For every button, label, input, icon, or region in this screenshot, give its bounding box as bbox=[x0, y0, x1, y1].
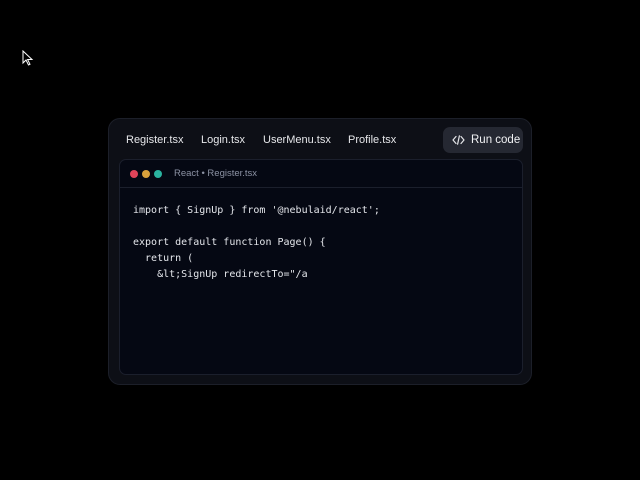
code-preview-panel: Register.tsx Login.tsx UserMenu.tsx Prof… bbox=[108, 118, 532, 385]
tab-register[interactable]: Register.tsx bbox=[126, 134, 183, 146]
tab-profile[interactable]: Profile.tsx bbox=[348, 134, 396, 146]
code-block: import { SignUp } from '@nebulaid/react'… bbox=[133, 203, 380, 283]
code-line: export default function Page() { bbox=[133, 237, 326, 248]
run-code-button[interactable]: Run code bbox=[443, 127, 523, 153]
close-dot-icon bbox=[130, 170, 138, 178]
file-tabs: Register.tsx Login.tsx UserMenu.tsx Prof… bbox=[109, 119, 531, 161]
code-line: &lt;SignUp redirectTo="/a bbox=[133, 269, 308, 280]
code-line: import { SignUp } from '@nebulaid/react'… bbox=[133, 205, 380, 216]
tab-login[interactable]: Login.tsx bbox=[201, 134, 245, 146]
code-icon bbox=[452, 135, 465, 145]
maximize-dot-icon bbox=[154, 170, 162, 178]
editor-title: React • Register.tsx bbox=[174, 168, 258, 179]
code-line: return ( bbox=[133, 253, 194, 264]
mouse-pointer-icon bbox=[22, 50, 34, 66]
run-code-label: Run code bbox=[471, 134, 521, 146]
tab-usermenu[interactable]: UserMenu.tsx bbox=[263, 134, 331, 146]
code-editor: React • Register.tsx import { SignUp } f… bbox=[119, 159, 523, 375]
editor-header: React • Register.tsx bbox=[120, 160, 522, 188]
minimize-dot-icon bbox=[142, 170, 150, 178]
